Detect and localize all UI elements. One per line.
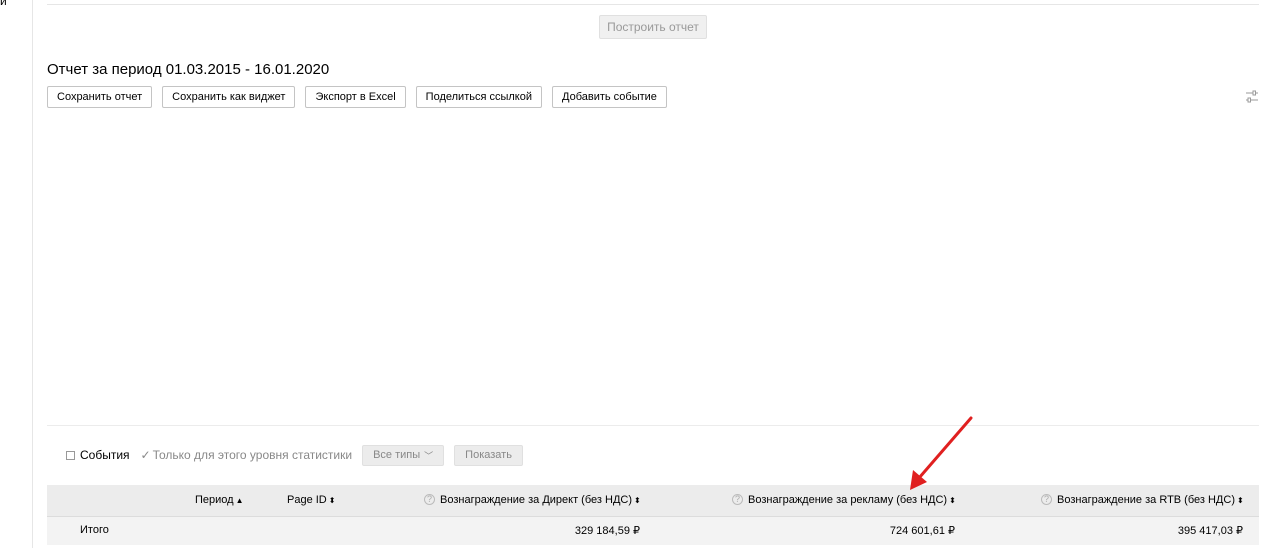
sort-icon: ⬍ [328,496,336,505]
help-icon[interactable]: ? [1041,494,1052,505]
events-label: События [80,448,130,462]
events-checkbox[interactable] [66,450,75,460]
sliders-icon[interactable] [1244,89,1260,105]
help-icon[interactable]: ? [732,494,743,505]
total-ads-value: 724 601,61 ₽ [889,525,955,537]
level-only-label: Только для этого уровня статистики [152,448,353,462]
chart-area [47,115,1259,425]
page-title: Отчет за период 01.03.2015 - 16.01.2020 [47,61,330,78]
sort-asc-icon: ▲ [235,496,244,505]
types-select[interactable]: Все типы ﹀ [362,444,445,466]
truncated-sidebar-text: и [0,0,7,8]
show-button[interactable]: Показать [454,444,523,466]
build-report-button[interactable]: Построить отчет [599,15,707,39]
column-header-page-id[interactable]: Page ID ⬍ [287,494,335,506]
add-event-button[interactable]: Добавить событие [552,86,667,108]
table-filters: События ✓ Только для этого уровня статис… [66,444,523,466]
chevron-down-icon: ﹀ [424,450,434,461]
sort-icon: ⬍ [949,496,956,505]
column-header-ads-reward[interactable]: ? Вознаграждение за рекламу (без НДС) ⬍ [732,494,956,506]
table-row-total: Итого 329 184,59 ₽ 724 601,61 ₽ 395 417,… [47,517,1259,545]
types-select-value: Все типы [373,449,421,461]
table-header: Период ▲ Page ID ⬍ ? Вознаграждение за Дире… [47,485,1259,517]
total-label: Итого [80,524,109,536]
share-link-button[interactable]: Поделиться ссылкой [415,86,542,108]
total-rtb-value: 395 417,03 ₽ [1177,525,1243,537]
chart-divider [47,425,1259,426]
sort-icon: ⬍ [1237,496,1244,505]
checkmark-icon[interactable]: ✓ [141,448,151,462]
save-report-button[interactable]: Сохранить отчет [47,86,153,108]
sidebar-divider [32,0,33,548]
top-divider [47,4,1259,5]
column-header-period[interactable]: Период ▲ [195,494,244,506]
total-direct-value: 329 184,59 ₽ [574,525,640,537]
help-icon[interactable]: ? [424,494,435,505]
save-as-widget-button[interactable]: Сохранить как виджет [162,86,296,108]
column-header-rtb-reward[interactable]: ? Вознаграждение за RTB (без НДС) ⬍ [1041,494,1244,506]
export-excel-button[interactable]: Экспорт в Excel [305,86,406,108]
sort-icon: ⬍ [634,496,641,505]
column-header-direct-reward[interactable]: ? Вознаграждение за Директ (без НДС) ⬍ [424,494,641,506]
report-actions: Сохранить отчет Сохранить как виджет Экс… [47,86,667,108]
